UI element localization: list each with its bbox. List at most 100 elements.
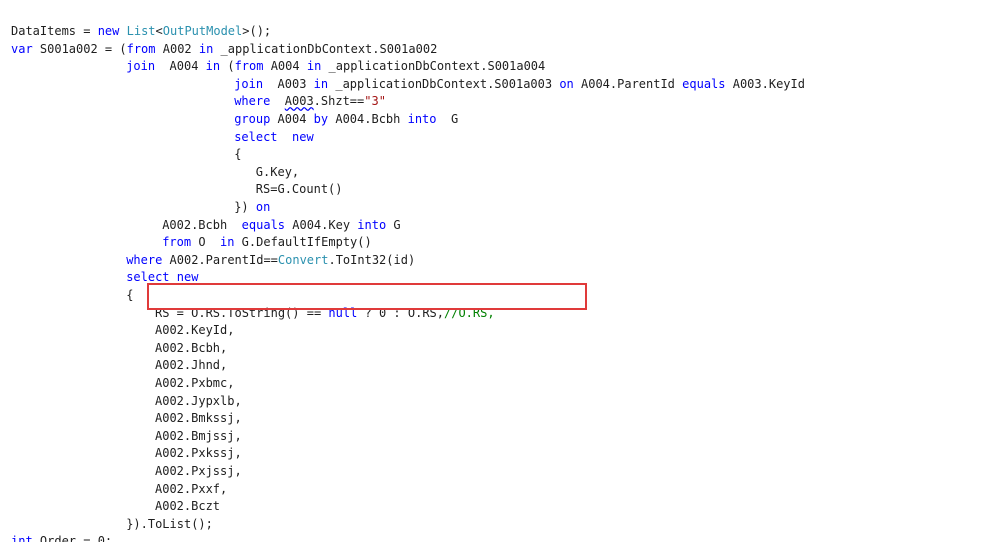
code-token: equals <box>682 76 726 91</box>
code-token: >(); <box>242 24 272 38</box>
code-token: int <box>11 534 33 542</box>
code-token: from <box>162 235 192 250</box>
code-line: select new <box>234 129 314 147</box>
code-line: DataItems = new List<OutPutModel>(); <box>11 23 271 41</box>
code-line: select new <box>126 269 198 287</box>
code-token: G.DefaultIfEmpty() <box>234 235 372 250</box>
code-token: where <box>126 252 163 267</box>
code-line: where A002.ParentId==Convert.ToInt32(id) <box>126 252 415 270</box>
code-token: A003.KeyId <box>725 76 805 91</box>
code-token: A002.Pxjssj, <box>155 464 242 478</box>
code-token: { <box>234 147 242 162</box>
code-token: { <box>126 288 134 302</box>
code-line: A002.KeyId, <box>155 322 234 340</box>
code-token: O <box>191 235 220 250</box>
code-line: { <box>234 146 241 164</box>
code-token: in <box>198 41 214 56</box>
code-token: A003 <box>284 94 314 109</box>
code-editor-screenshot: DataItems = new List<OutPutModel>(); var … <box>0 0 996 542</box>
code-token: A002.Bczt <box>155 499 221 514</box>
code-token: }) <box>234 200 256 214</box>
code-token: A002.KeyId, <box>155 323 235 338</box>
code-token: .ToInt32(id) <box>328 252 416 267</box>
code-token: S001a002 = ( <box>32 41 127 56</box>
code-token: RS=G.Count() <box>255 182 343 197</box>
code-token: A002.Jypxlb, <box>155 393 242 408</box>
code-token: A004.Bcbh <box>328 112 408 126</box>
code-token: from <box>126 41 156 56</box>
code-token: where <box>234 94 271 109</box>
code-token: G.Key, <box>255 164 300 179</box>
code-token: A004.ParentId <box>573 76 683 91</box>
code-token: A002.Bcbh <box>162 217 242 232</box>
code-line: group A004 by A004.Bcbh into G <box>234 111 458 129</box>
code-line: from O in G.DefaultIfEmpty() <box>162 234 372 252</box>
code-token: new <box>176 270 199 285</box>
code-token: List <box>126 24 156 38</box>
code-token: null <box>328 305 358 320</box>
code-token: A002.Bmjssj, <box>155 428 242 443</box>
code-token: A004 <box>270 112 314 126</box>
code-token: join <box>234 76 264 91</box>
code-token: into <box>407 112 437 126</box>
code-token: join <box>126 59 156 74</box>
code-token: A002.Bcbh, <box>155 340 228 355</box>
code-line: A002.Bcbh, <box>155 340 227 358</box>
code-token: RS = O.RS.ToString() == <box>155 305 329 320</box>
code-token: DataItems = <box>11 24 98 38</box>
code-token: in <box>313 76 329 91</box>
code-token: in <box>306 59 322 74</box>
code-line: A002.Bmkssj, <box>155 410 242 428</box>
code-line: A002.Jypxlb, <box>155 393 242 411</box>
code-token: "3" <box>364 94 386 109</box>
code-token: ? 0 : O.RS, <box>357 305 444 320</box>
code-token: new <box>292 129 314 144</box>
code-line: A002.Bcbh equals A004.Key into G <box>162 217 400 235</box>
code-line: A002.Bczt <box>155 498 220 516</box>
code-line: int Order = 0; <box>11 533 112 542</box>
code-token: ( <box>220 59 235 74</box>
code-token: OutPutModel <box>162 24 243 38</box>
code-line: RS = O.RS.ToString() == null ? 0 : O.RS,… <box>155 305 495 323</box>
code-token: G <box>436 112 459 126</box>
code-token: on <box>559 76 574 91</box>
code-line: join A003 in _applicationDbContext.S001a… <box>234 76 805 94</box>
code-line: G.Key, <box>256 164 299 182</box>
code-token: _applicationDbContext.S001a002 <box>213 41 438 56</box>
code-token: on <box>255 200 271 214</box>
code-line: }) on <box>234 199 270 217</box>
code-token: G <box>386 217 401 232</box>
code-line: A002.Pxbmc, <box>155 375 234 393</box>
code-token: into <box>357 217 387 232</box>
code-token: var <box>11 41 33 56</box>
code-line: join A004 in (from A004 in _applicationD… <box>126 58 545 76</box>
code-line: RS=G.Count() <box>256 181 343 199</box>
code-line: var S001a002 = (from A002 in _applicatio… <box>11 41 437 59</box>
code-token: .Shzt== <box>313 94 365 109</box>
code-token: in <box>220 235 235 250</box>
code-line: A002.Pxkssj, <box>155 445 242 463</box>
code-token: A003 <box>263 76 314 91</box>
code-token: A004 <box>263 59 307 74</box>
code-line: A002.Jhnd, <box>155 357 227 375</box>
code-token: A002.ParentId== <box>162 252 278 267</box>
code-token: Order = 0; <box>32 534 113 542</box>
code-token: _applicationDbContext.S001a004 <box>321 59 546 74</box>
code-token: A002.Pxbmc, <box>155 376 235 390</box>
code-token: from <box>234 59 264 74</box>
code-token: A002.Pxxf, <box>155 481 228 496</box>
code-token: < <box>155 24 163 38</box>
code-token: A004 <box>155 59 206 74</box>
code-token: A002.Jhnd, <box>155 358 228 373</box>
code-token: equals <box>241 217 286 232</box>
code-token: Convert <box>277 252 329 267</box>
code-line: where A003.Shzt=="3" <box>234 93 386 111</box>
code-token: select <box>126 270 170 285</box>
code-line: { <box>126 287 133 305</box>
code-line: }).ToList(); <box>126 516 213 534</box>
code-token: A002.Pxkssj, <box>155 446 242 461</box>
code-token: new <box>97 24 120 38</box>
